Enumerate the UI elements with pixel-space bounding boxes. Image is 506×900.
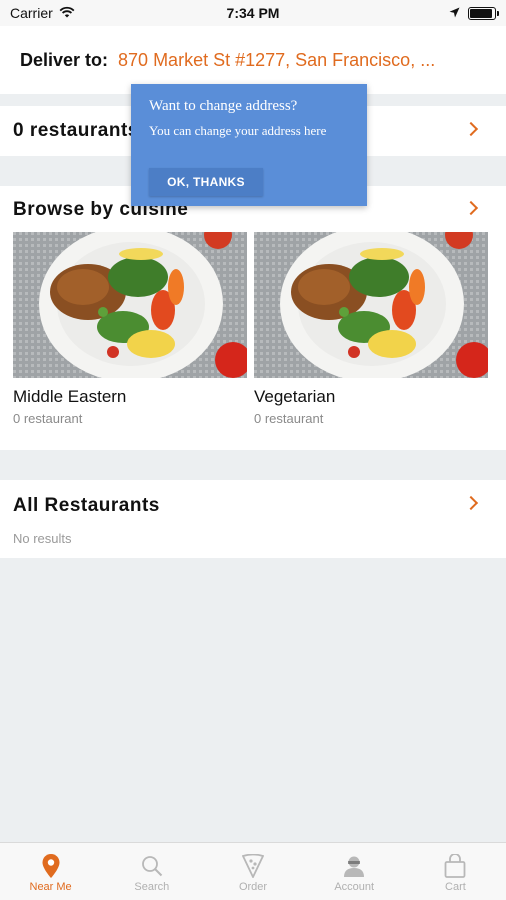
tab-label: Cart bbox=[445, 881, 466, 893]
battery-fill bbox=[470, 8, 492, 18]
all-restaurants-title: All Restaurants bbox=[13, 495, 160, 516]
food-plate-image bbox=[13, 232, 247, 378]
tab-label: Account bbox=[334, 881, 375, 893]
empty-results-text: No results bbox=[13, 531, 72, 546]
browse-by-cuisine-section: Browse by cuisine Middle Eastern 0 resta… bbox=[0, 186, 506, 450]
location-arrow-icon bbox=[449, 5, 460, 21]
tab-order[interactable]: Order bbox=[202, 843, 303, 900]
status-time: 7:34 PM bbox=[226, 5, 280, 21]
all-restaurants-section[interactable]: All Restaurants No results bbox=[0, 480, 506, 558]
chevron-right-icon[interactable] bbox=[463, 495, 479, 511]
ok-thanks-button[interactable]: OK, THANKS bbox=[149, 168, 263, 196]
tab-label: Search bbox=[134, 881, 170, 893]
tab-account[interactable]: Account bbox=[304, 843, 405, 900]
carrier-label: Carrier bbox=[10, 5, 53, 21]
deliver-to-label: Deliver to: bbox=[20, 49, 109, 70]
tab-label: Order bbox=[238, 881, 268, 893]
status-bar: Carrier 7:34 PM bbox=[0, 0, 506, 26]
chevron-right-icon[interactable] bbox=[463, 121, 479, 137]
change-address-tooltip: Want to change address? You can change y… bbox=[131, 84, 367, 206]
cuisine-name: Middle Eastern bbox=[13, 387, 127, 406]
tab-search[interactable]: Search bbox=[101, 843, 202, 900]
delivery-address-link[interactable]: 870 Market St #1277, San Francisco, ... bbox=[118, 50, 435, 71]
cuisine-restaurant-count: 0 restaurant bbox=[13, 411, 83, 426]
tab-near-me[interactable]: Near Me bbox=[0, 843, 101, 900]
restaurants-count-title: 0 restaurants bbox=[13, 120, 139, 141]
cuisine-card-vegetarian[interactable]: Vegetarian 0 restaurant bbox=[254, 232, 488, 426]
chevron-right-icon[interactable] bbox=[463, 200, 479, 216]
wifi-icon bbox=[59, 5, 75, 21]
tab-cart[interactable]: Cart bbox=[405, 843, 506, 900]
cuisine-restaurant-count: 0 restaurant bbox=[254, 411, 324, 426]
cuisine-card-middle-eastern[interactable]: Middle Eastern 0 restaurant bbox=[13, 232, 247, 426]
user-icon bbox=[341, 853, 367, 879]
tab-label: Near Me bbox=[29, 881, 72, 893]
food-photo bbox=[254, 232, 488, 378]
shopping-bag-icon bbox=[442, 853, 468, 879]
food-photo bbox=[13, 232, 247, 378]
status-right bbox=[449, 5, 499, 21]
pizza-slice-icon bbox=[240, 853, 266, 879]
food-plate-image bbox=[254, 232, 488, 378]
tooltip-title: Want to change address? bbox=[149, 98, 298, 114]
battery-icon bbox=[468, 6, 499, 20]
location-pin-icon bbox=[38, 853, 64, 879]
cuisine-name: Vegetarian bbox=[254, 387, 336, 406]
search-icon bbox=[139, 853, 165, 879]
tab-bar: Near Me Search Order Account Cart bbox=[0, 842, 506, 900]
status-left: Carrier bbox=[10, 5, 75, 21]
tooltip-body: You can change your address here bbox=[149, 123, 327, 138]
